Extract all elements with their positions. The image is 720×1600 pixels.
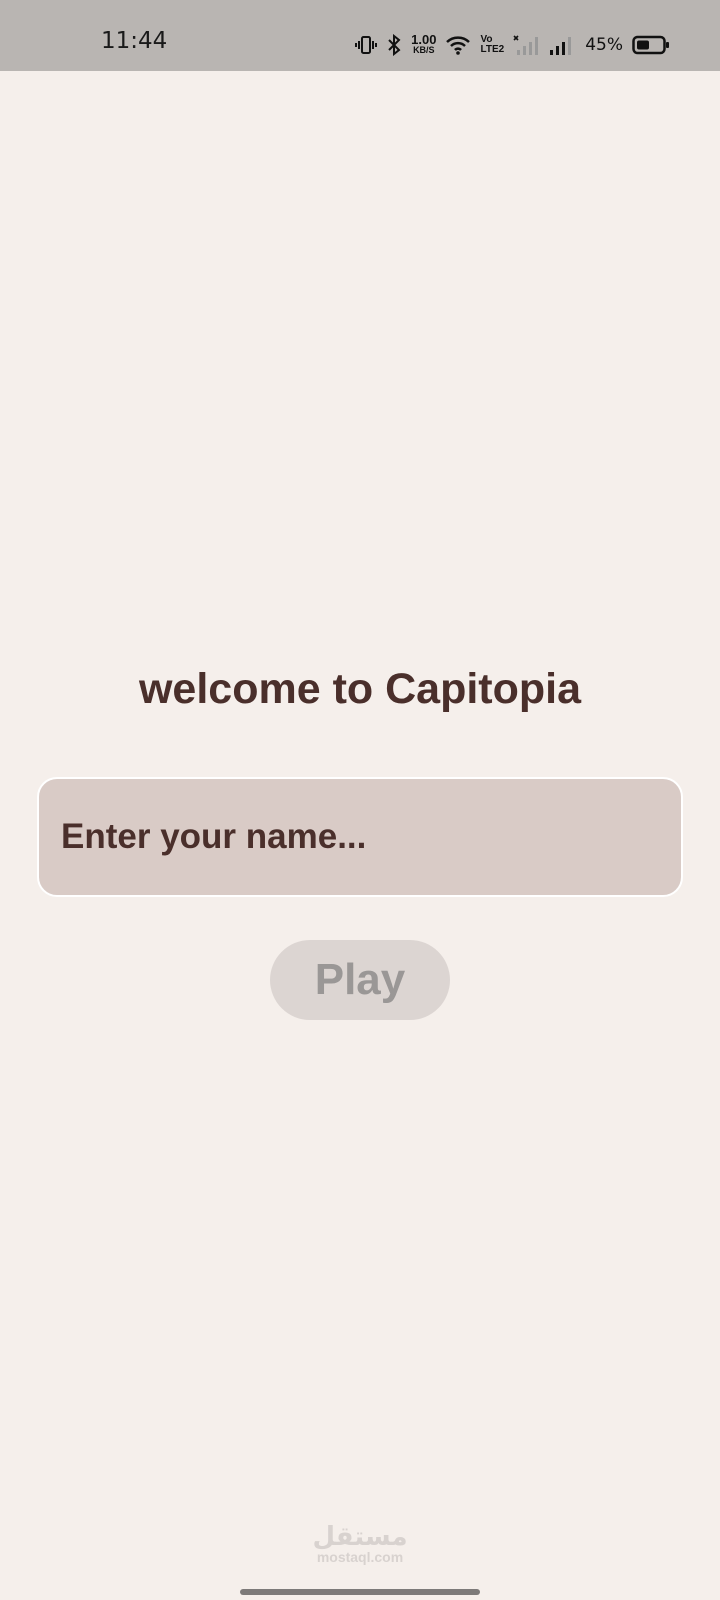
vibrate-icon [355, 34, 378, 56]
bluetooth-icon [386, 34, 402, 56]
play-button[interactable]: Play [270, 940, 450, 1020]
welcome-title: welcome to Capitopia [138, 665, 581, 713]
status-time: 11:44 [101, 28, 168, 54]
signal-sim2-icon [513, 34, 539, 56]
status-bar: 11:44 1.00 KB/S Vo LTE2 45% [0, 0, 720, 71]
volte-icon: Vo LTE2 [480, 34, 505, 55]
signal-sim1-icon [548, 34, 574, 56]
status-icons: 1.00 KB/S Vo LTE2 45% [355, 30, 670, 60]
wifi-icon [445, 34, 471, 56]
network-speed: 1.00 KB/S [411, 32, 437, 55]
watermark: مستقل mostaql.com [0, 1522, 720, 1567]
home-indicator[interactable] [240, 1589, 480, 1595]
battery-icon [632, 34, 670, 56]
watermark-latin: mostaql.com [316, 1549, 404, 1565]
battery-percent: 45% [585, 35, 623, 55]
name-input[interactable] [37, 777, 683, 897]
watermark-arabic: مستقل [312, 1522, 408, 1552]
